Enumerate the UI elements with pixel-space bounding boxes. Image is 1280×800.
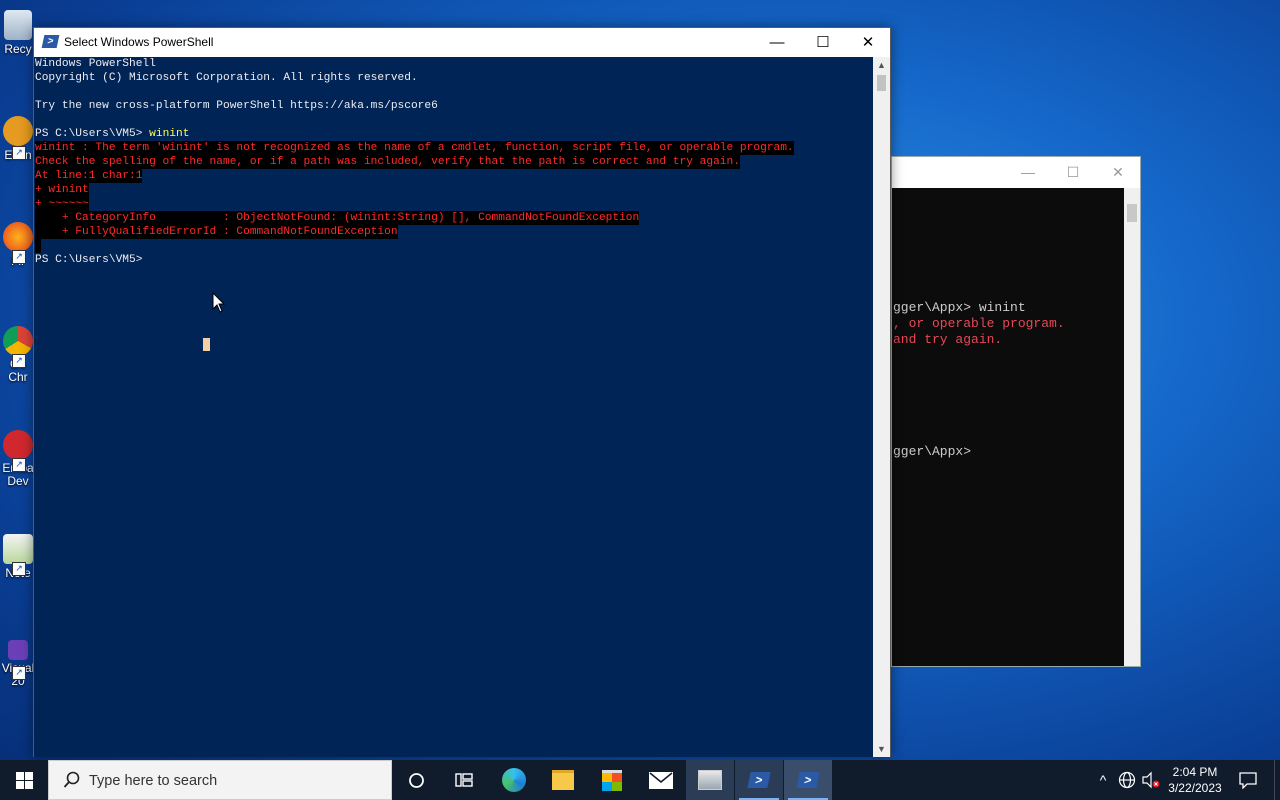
clock-time: 2:04 PM [1172,765,1218,779]
desktop-icon-chrome[interactable]: ↗ Go Chr [0,326,36,384]
error-line: + FullyQualifiedErrorId : CommandNotFoun… [35,225,398,239]
search-icon [63,771,80,788]
console-line: Copyright (C) Microsoft Corporation. All… [35,72,418,84]
taskbar: Type here to search > > ^ 2:04 PM 3/22/2… [0,760,1280,800]
terminal-line: and try again. [893,332,1003,347]
clock-date: 3/22/2023 [1168,781,1222,795]
console-line [35,239,41,253]
desktop-icon-recycle-bin[interactable]: Recy [0,10,36,56]
show-hidden-icons-button[interactable]: ^ [1092,760,1114,800]
error-line: Check the spelling of the name, or if a … [35,155,740,169]
error-line: + ~~~~~~ [35,197,89,211]
background-window-titlebar[interactable]: — ☐ ✕ [892,157,1140,187]
close-button[interactable]: ✕ [1108,163,1128,181]
desktop-icon-visual-studio[interactable]: ↗ Visual 20 [0,640,36,688]
chrome-icon [3,326,33,356]
event-viewer-icon [3,116,33,146]
maximize-button[interactable]: ☐ [800,28,846,57]
cortana-button[interactable] [392,760,440,800]
console-line: Windows PowerShell [35,58,156,70]
terminal-line: gger\Appx> winint [893,300,1026,315]
scroll-down-icon[interactable]: ▼ [873,741,890,757]
vertical-scrollbar[interactable] [1124,188,1140,666]
powershell-titlebar[interactable]: > Select Windows PowerShell — ☐ ✕ [34,28,890,57]
task-view-icon [455,773,473,787]
notifications-button[interactable] [1234,760,1262,800]
app-button[interactable] [686,760,734,800]
powershell-icon: > [796,772,820,788]
edge-icon [502,768,526,792]
mouse-pointer-icon [212,292,226,313]
powershell-icon: > [747,772,771,788]
desktop-icon-event-viewer[interactable]: ↗ Even [0,116,36,162]
window-title: Select Windows PowerShell [64,35,214,49]
error-line: + winint [35,183,89,197]
maximize-button[interactable]: ☐ [1063,163,1083,181]
terminal-line: , or operable program. [893,316,1065,331]
close-button[interactable]: ✕ [845,28,891,57]
scroll-up-icon[interactable]: ▲ [873,57,890,73]
current-prompt: PS C:\Users\VM5> [35,254,143,266]
console-line: Try the new cross-platform PowerShell ht… [35,100,438,112]
show-desktop-button[interactable] [1274,760,1280,800]
firefox-icon [3,222,33,252]
background-terminal-output[interactable]: gger\Appx> winint , or operable program.… [892,188,1125,666]
shortcut-arrow-icon: ↗ [12,458,26,472]
visual-studio-icon [8,640,28,660]
desktop-icon-label: Recy [4,42,32,56]
vertical-scrollbar[interactable]: ▲ ▼ [873,57,890,757]
store-button[interactable] [588,760,636,800]
error-line: winint : The term 'winint' is not recogn… [35,141,794,155]
mail-button[interactable] [637,760,685,800]
minimize-button[interactable]: — [1018,163,1038,181]
desktop-icon-notepad[interactable]: ↗ Note [0,534,36,580]
recycle-bin-icon [4,10,32,40]
scrollbar-thumb[interactable] [1127,204,1137,222]
powershell-console[interactable]: Windows PowerShell Copyright (C) Microso… [34,57,873,757]
start-button[interactable] [0,760,48,800]
shortcut-arrow-icon: ↗ [12,666,26,680]
search-box[interactable]: Type here to search [48,760,392,800]
powershell-window[interactable]: > Select Windows PowerShell — ☐ ✕ Window… [33,27,891,757]
mail-icon [649,771,673,789]
error-line: At line:1 char:1 [35,169,143,183]
command-text: winint [149,128,190,140]
error-line: + CategoryInfo : ObjectNotFound: (winint… [35,211,640,225]
app-icon [698,770,722,790]
terminal-line: gger\Appx> [893,444,972,459]
windows-logo-icon [15,771,33,789]
notepad-icon [3,534,33,564]
shortcut-arrow-icon: ↗ [12,354,26,368]
task-view-button[interactable] [440,760,488,800]
shortcut-arrow-icon: ↗ [12,562,26,576]
shortcut-arrow-icon: ↗ [12,250,26,264]
shortcut-arrow-icon: ↗ [12,146,26,160]
powershell-icon: > [41,35,60,48]
clock[interactable]: 2:04 PM 3/22/2023 [1160,764,1230,796]
cortana-icon [408,772,424,788]
minimize-button[interactable]: — [754,28,800,57]
scrollbar-thumb[interactable] [877,75,886,91]
command-line: PS C:\Users\VM5> winint [35,127,189,141]
folder-icon [552,770,574,790]
notification-icon [1239,771,1257,789]
desktop-icon-embarcadero[interactable]: ↗ Emba Dev [0,430,36,488]
text-cursor [203,338,210,351]
edge-button[interactable] [490,760,538,800]
embarcadero-icon [3,430,33,460]
store-icon [602,769,622,791]
prompt: PS C:\Users\VM5> [35,128,150,140]
file-explorer-button[interactable] [539,760,587,800]
desktop-icon-firefox[interactable]: ↗ Fir [0,222,36,268]
search-placeholder: Type here to search [89,773,218,789]
powershell-taskbar-button[interactable]: > [784,760,832,800]
powershell-taskbar-button[interactable]: > [735,760,783,800]
network-icon[interactable] [1116,760,1138,800]
volume-muted-icon[interactable] [1140,760,1162,800]
background-terminal-window[interactable]: — ☐ ✕ gger\Appx> winint , or operable pr… [891,156,1141,667]
